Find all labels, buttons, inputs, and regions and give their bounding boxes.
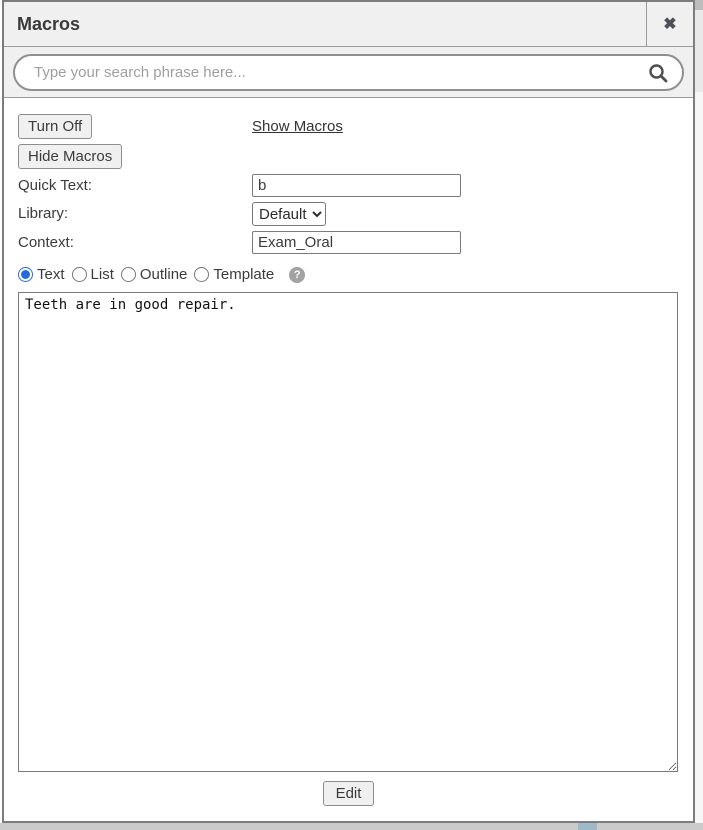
- quick-text-input[interactable]: [252, 174, 461, 197]
- context-input[interactable]: [252, 231, 461, 254]
- toolbar-row-1: Turn Off Show Macros: [18, 114, 679, 139]
- macro-content-textarea[interactable]: Teeth are in good repair.: [18, 292, 678, 772]
- close-icon: ✖: [663, 14, 676, 34]
- turn-off-button[interactable]: Turn Off: [18, 114, 92, 139]
- show-macros-link[interactable]: Show Macros: [252, 118, 343, 135]
- quick-text-row: Quick Text:: [18, 174, 679, 197]
- dialog-content: Turn Off Show Macros Hide Macros Quick T…: [4, 98, 693, 821]
- scrollbar-thumb[interactable]: [695, 0, 703, 10]
- type-options-row: Text List Outline Template ?: [18, 266, 679, 283]
- quick-text-label: Quick Text:: [18, 177, 92, 194]
- outline-radio[interactable]: [121, 267, 136, 282]
- search-input[interactable]: [32, 63, 648, 82]
- template-radio[interactable]: [194, 267, 209, 282]
- search-icon[interactable]: [648, 63, 668, 83]
- edit-button[interactable]: Edit: [323, 781, 375, 806]
- dialog-title: Macros: [4, 2, 646, 46]
- text-radio[interactable]: [18, 267, 33, 282]
- template-radio-label[interactable]: Template: [213, 266, 274, 283]
- dialog-titlebar: Macros ✖: [4, 2, 693, 47]
- context-row: Context:: [18, 231, 679, 254]
- macros-dialog: Macros ✖ Turn Off Show Macros Hide Macr: [2, 0, 695, 823]
- search-bar: [13, 54, 684, 91]
- toolbar-row-2: Hide Macros: [18, 144, 679, 169]
- text-radio-label[interactable]: Text: [37, 266, 65, 283]
- close-button[interactable]: ✖: [646, 2, 693, 46]
- library-label: Library:: [18, 205, 68, 222]
- hide-macros-button[interactable]: Hide Macros: [18, 144, 122, 169]
- library-select[interactable]: Default: [252, 202, 326, 226]
- list-radio[interactable]: [72, 267, 87, 282]
- radio-option-list: List: [72, 266, 114, 283]
- list-radio-label[interactable]: List: [91, 266, 114, 283]
- help-icon[interactable]: ?: [289, 267, 305, 283]
- radio-option-outline: Outline: [121, 266, 188, 283]
- outline-radio-label[interactable]: Outline: [140, 266, 188, 283]
- search-strip: [4, 47, 693, 98]
- background-page-edge: [0, 823, 703, 830]
- context-label: Context:: [18, 234, 74, 251]
- scrollbar-track: [695, 0, 703, 92]
- background-page-scrollbar: [695, 0, 703, 823]
- radio-option-template: Template: [194, 266, 274, 283]
- radio-option-text: Text: [18, 266, 65, 283]
- background-page-accent: [578, 823, 597, 830]
- dialog-footer: Edit: [18, 772, 679, 806]
- library-row: Library: Default: [18, 202, 679, 226]
